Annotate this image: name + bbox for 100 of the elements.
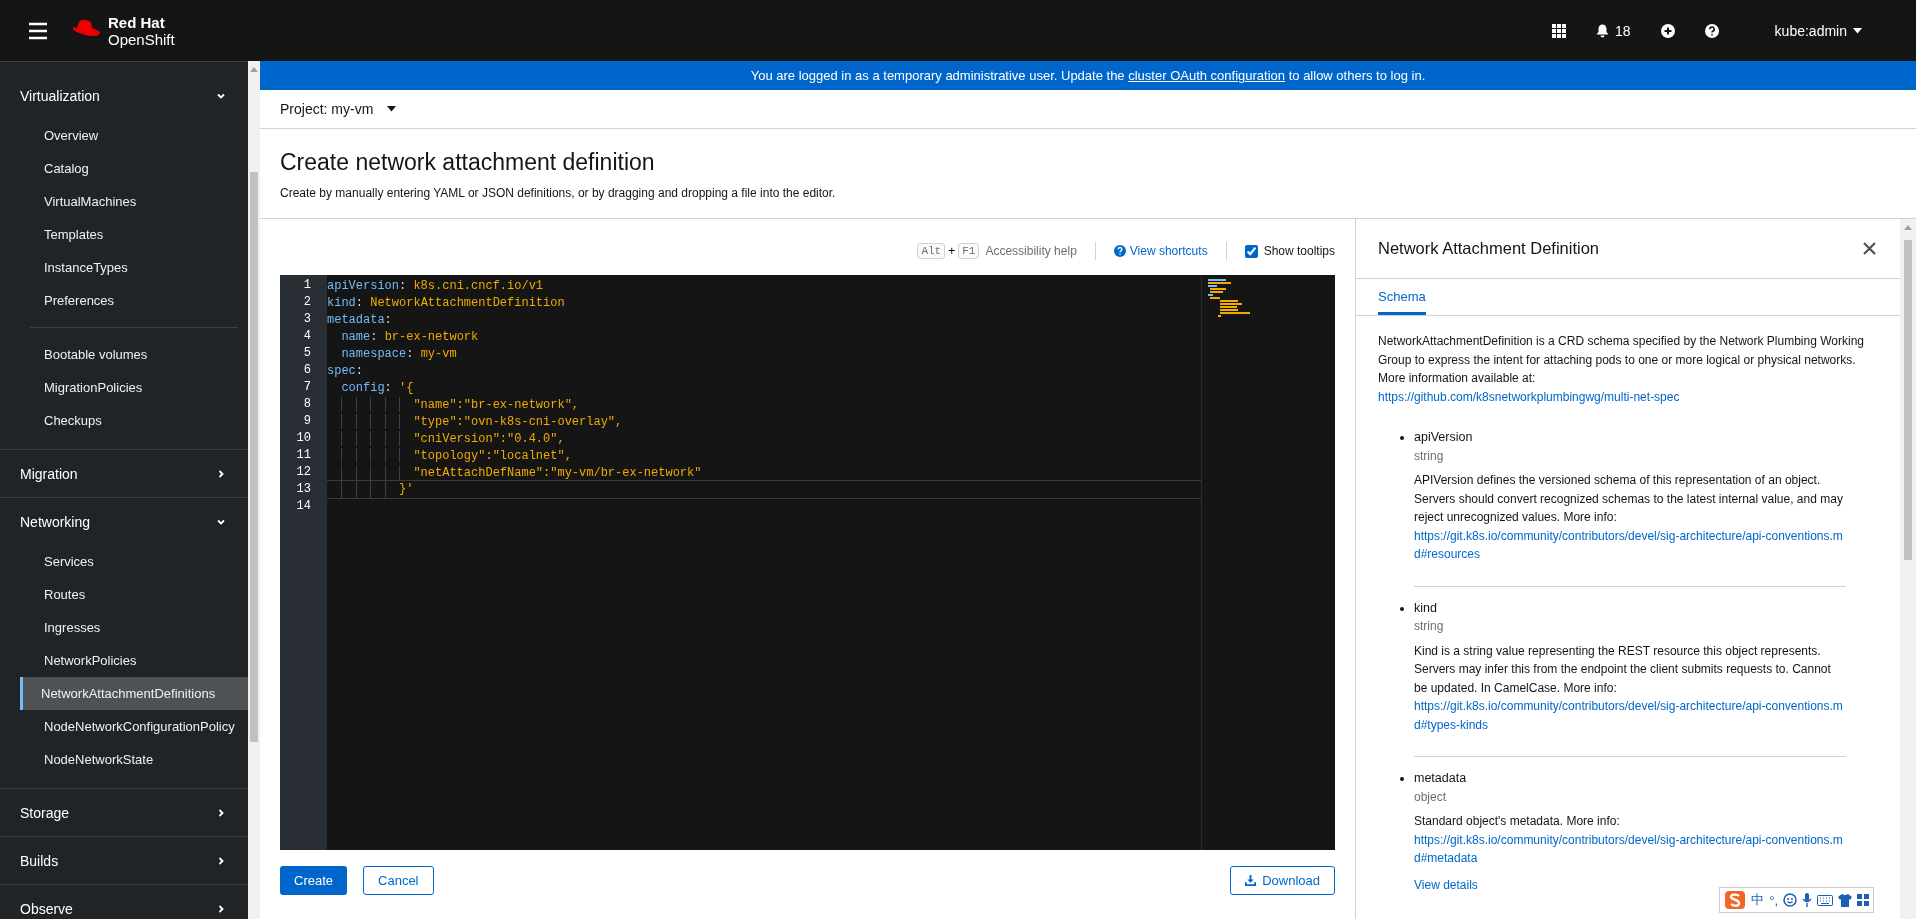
docs-link[interactable]: https://git.k8s.io/community/contributors/devel/sig-architecture/api-conventions.md#resources	[1414, 526, 1846, 564]
plus-circle-icon	[1660, 23, 1675, 38]
code-line: "name":"br-ex-network",	[327, 396, 1201, 413]
nav-item[interactable]: InstanceTypes	[20, 251, 248, 284]
code-line: "netAttachDefName":"my-vm/br-ex-network"	[327, 464, 1201, 481]
chevron-right-icon	[216, 808, 226, 818]
nav-section-toggle[interactable]: Storage	[0, 789, 248, 836]
code-line: config: '{	[340, 380, 415, 396]
field-name: apiVersion	[1414, 429, 1474, 446]
nav-section-toggle[interactable]: Networking	[0, 498, 248, 545]
ime-mode[interactable]: 中	[1751, 891, 1765, 909]
view-shortcuts-link[interactable]: View shortcuts	[1113, 244, 1208, 258]
nav-section-toggle[interactable]: Observe	[0, 885, 248, 919]
line-number: 2	[302, 294, 312, 311]
nav-item[interactable]: VirtualMachines	[20, 185, 248, 218]
docs-link[interactable]: https://git.k8s.io/community/contributors/devel/sig-architecture/api-conventions.md#types-kinds	[1414, 697, 1846, 734]
code-line: "topology":"localnet",	[327, 447, 1201, 464]
line-number: 6	[302, 362, 312, 379]
grid-icon[interactable]	[1857, 894, 1869, 906]
nav-item[interactable]: NetworkPolicies	[20, 644, 248, 677]
ime-logo-icon	[1724, 890, 1747, 910]
caret-down-icon	[1853, 27, 1862, 34]
nav-item[interactable]: Templates	[20, 218, 248, 251]
nav-section-toggle[interactable]: Migration	[0, 450, 248, 497]
line-number: 8	[302, 396, 312, 413]
code-line: metadata:	[327, 312, 393, 328]
brand-logo[interactable]: Red Hat OpenShift	[70, 13, 175, 48]
download-icon	[1245, 875, 1257, 886]
nav-item[interactable]: Checkups	[20, 404, 248, 437]
nav-item[interactable]: NodeNetworkState	[20, 743, 248, 776]
project-selector[interactable]: Project: my-vm	[280, 97, 397, 121]
nav-item[interactable]: Preferences	[20, 284, 248, 317]
grid-icon	[1552, 23, 1567, 38]
field-description: Standard object's metadata. More info:	[1414, 813, 1621, 830]
chevron-right-icon	[216, 469, 226, 479]
accessibility-help: Accessibility help	[985, 244, 1077, 258]
code-line: spec:	[327, 363, 364, 379]
field-description: Kind is a string value representing the REST resource this object represents. Servers may infer this from the endpoint the client submits requests to. Cannot be updated. In CamelCase. More info:	[1414, 642, 1832, 697]
field-name: metadata	[1414, 770, 1468, 787]
nav-section-toggle[interactable]: Virtualization	[0, 72, 248, 119]
schema-tab[interactable]: Schema	[1378, 279, 1426, 315]
chevron-down-icon	[216, 517, 226, 527]
line-number: 14	[295, 498, 312, 515]
page-description: Create by manually entering YAML or JSON definitions, or by dragging and dropping a file into the editor.	[280, 186, 837, 200]
nav-item[interactable]: Catalog	[20, 152, 248, 185]
scrollbar[interactable]	[248, 61, 260, 919]
scrollbar[interactable]	[1900, 219, 1916, 919]
download-button[interactable]: Download	[1230, 866, 1335, 895]
bullet-icon	[1400, 777, 1404, 781]
nav-item[interactable]: Overview	[20, 119, 248, 152]
line-number: 5	[302, 345, 312, 362]
code-line: }'	[327, 480, 1201, 499]
brand-name: Red Hat	[108, 13, 166, 31]
plus-sign: +	[948, 244, 956, 258]
line-number: 7	[302, 379, 312, 396]
tooltips-checkbox[interactable]	[1244, 244, 1258, 258]
keyboard-icon[interactable]	[1817, 894, 1833, 906]
line-number: 4	[302, 328, 312, 345]
line-number: 9	[302, 413, 312, 430]
nav-section-toggle[interactable]: Builds	[0, 837, 248, 884]
nav-item[interactable]: MigrationPolicies	[20, 371, 248, 404]
ime-punctuation[interactable]: °,	[1769, 892, 1778, 908]
view-details-link[interactable]: View details	[1414, 875, 1846, 894]
nav-item[interactable]: Ingresses	[20, 611, 248, 644]
key-cap: F1	[958, 243, 980, 259]
shirt-icon[interactable]	[1838, 893, 1852, 907]
code-line: kind: NetworkAttachmentDefinition	[327, 295, 566, 311]
docs-link[interactable]: https://git.k8s.io/community/contributors/devel/sig-architecture/api-conventions.md#metadata	[1414, 830, 1846, 868]
line-number: 10	[295, 430, 312, 447]
nav-item[interactable]: Routes	[20, 578, 248, 611]
scrollbar-thumb[interactable]	[1904, 240, 1912, 560]
chevron-right-icon	[216, 904, 226, 914]
code-line: namespace: my-vm	[340, 346, 458, 362]
cancel-button[interactable]: Cancel	[363, 866, 434, 895]
nav-item[interactable]: NetworkAttachmentDefinitions	[20, 677, 248, 710]
oauth-link[interactable]: cluster OAuth configuration	[1128, 68, 1286, 83]
create-button[interactable]: Create	[280, 866, 348, 895]
chevron-right-icon	[216, 856, 226, 866]
notifications-button[interactable]: 18	[1588, 16, 1639, 45]
product-name: OpenShift	[108, 30, 175, 48]
login-banner: You are logged in as a temporary administrative user. Update the cluster OAuth configuration to allow others to log in.	[260, 61, 1916, 90]
user-menu[interactable]: kube:admin	[1766, 16, 1870, 45]
bullet-icon	[1400, 606, 1404, 611]
scrollbar-thumb[interactable]	[250, 172, 258, 742]
code-line: "cniVersion":"0.4.0",	[327, 430, 1201, 447]
nav-item[interactable]: Services	[20, 545, 248, 578]
nav-item[interactable]: NodeNetworkConfigurationPolicy	[20, 710, 248, 743]
panel-title: Network Attachment Definition	[1378, 239, 1600, 258]
field-type: object	[1414, 788, 1448, 806]
field-type: string	[1414, 618, 1445, 635]
spec-link[interactable]: https://github.com/k8snetworkplumbingwg/multi-net-spec	[1378, 387, 1876, 406]
help-icon	[1704, 23, 1719, 38]
menu-icon	[28, 21, 48, 40]
scroll-up-icon	[1904, 225, 1912, 230]
page-title: Create network attachment definition	[280, 149, 656, 176]
nav-item[interactable]: Bootable volumes	[20, 338, 248, 371]
bell-icon	[1596, 23, 1610, 38]
smiley-icon[interactable]	[1783, 893, 1797, 907]
microphone-icon[interactable]	[1802, 893, 1812, 907]
close-button[interactable]	[1863, 242, 1876, 255]
